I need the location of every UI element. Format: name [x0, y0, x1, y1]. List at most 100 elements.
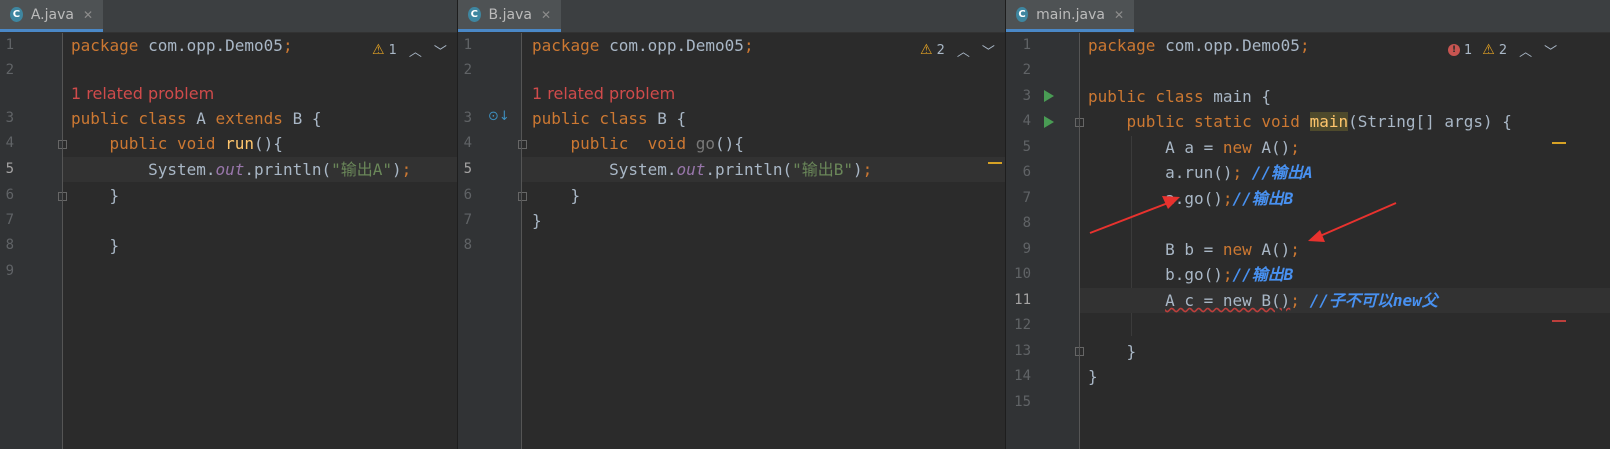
code-line-14: } [1088, 367, 1098, 386]
editor-pane-a-java: C A.java ✕ 1 2 3 4 5 6 7 8 9 package com… [0, 0, 457, 449]
tab-main-java[interactable]: C main.java ✕ [1006, 0, 1134, 32]
editor-pane-b-java: C B.java ✕ 1 2 3 4 5 6 7 8 ⊙↓ package co… [458, 0, 1005, 449]
line-number: 3 [463, 110, 472, 126]
gutter: 1 2 3 4 5 6 7 8 ⊙↓ [458, 33, 527, 449]
line-number: 6 [463, 187, 472, 203]
run-icon[interactable] [1044, 116, 1054, 128]
inspection-indicators[interactable]: ! 1 ⚠ 2 ︿ ﹀ [1448, 41, 1557, 60]
tab-b-java[interactable]: C B.java ✕ [458, 0, 561, 32]
code-line-6: a.run(); //输出A [1088, 163, 1313, 182]
code-line-3: public class A extends B { [71, 109, 322, 128]
line-number: 1 [5, 37, 14, 53]
line-number: 2 [463, 62, 472, 78]
c-class-icon: C [468, 7, 481, 22]
related-problem-hint[interactable]: 1 related problem [63, 81, 457, 106]
inspection-indicators[interactable]: ⚠ 1 ︿ ﹀ [372, 41, 447, 60]
line-number: 1 [1022, 37, 1031, 53]
chevron-up-icon[interactable]: ︿ [957, 41, 970, 60]
code-line-11: A c = new B(); //子不可以new父 [1080, 288, 1610, 313]
tab-title: B.java [488, 6, 532, 23]
line-number: 2 [1022, 62, 1031, 78]
line-number: 14 [1014, 368, 1031, 384]
c-class-icon: C [1016, 7, 1029, 22]
line-number: 8 [1022, 215, 1031, 231]
code-line-7: a.go();//输出B [1088, 189, 1294, 208]
tab-title: main.java [1036, 6, 1105, 23]
line-number: 6 [1022, 164, 1031, 180]
inspection-indicators[interactable]: ⚠ 2 ︿ ﹀ [920, 41, 995, 60]
error-icon: ! [1448, 44, 1460, 56]
code-editor[interactable]: package com.opp.Demo05; 1 related proble… [63, 33, 457, 449]
line-number: 5 [463, 161, 472, 177]
line-number: 4 [5, 135, 14, 151]
code-line-6: } [71, 186, 120, 205]
gutter: 1 2 3 4 5 6 7 8 9 [0, 33, 67, 449]
line-number: 5 [1022, 139, 1031, 155]
error-highlight[interactable]: A c = new B() [1165, 291, 1290, 310]
line-number: 3 [5, 110, 14, 126]
line-number: 4 [463, 135, 472, 151]
chevron-down-icon[interactable]: ﹀ [1544, 41, 1557, 60]
line-number: 4 [1022, 113, 1031, 129]
warning-count: 2 [1498, 42, 1508, 58]
code-editor[interactable]: package com.opp.Demo05; public class mai… [1080, 33, 1610, 449]
tab-bar: C B.java ✕ [458, 0, 1005, 33]
line-number: 8 [463, 237, 472, 253]
ide-window: C A.java ✕ 1 2 3 4 5 6 7 8 9 package com… [0, 0, 1610, 449]
warning-stripe-marker[interactable] [988, 162, 1002, 164]
line-number: 7 [463, 212, 472, 228]
line-number: 12 [1014, 317, 1031, 333]
tab-bar: C main.java ✕ [1006, 0, 1610, 33]
line-number: 8 [5, 237, 14, 253]
chevron-up-icon[interactable]: ︿ [1519, 41, 1532, 60]
code-line-6: } [532, 186, 581, 205]
code-line-13: } [1088, 342, 1137, 361]
error-count: 1 [1464, 42, 1473, 58]
code-line-3: public class B { [532, 109, 687, 128]
close-icon[interactable]: ✕ [83, 8, 93, 22]
code-line-9: B b = new A(); [1088, 240, 1300, 259]
tab-title: A.java [30, 6, 74, 23]
line-number: 3 [1022, 88, 1031, 104]
close-icon[interactable]: ✕ [541, 8, 551, 22]
line-number: 2 [5, 62, 14, 78]
warning-icon: ⚠ [1482, 42, 1495, 58]
line-number: 9 [1022, 241, 1031, 257]
code-editor[interactable]: package com.opp.Demo05; 1 related proble… [522, 33, 1005, 449]
code-line-4: public void run(){ [71, 134, 283, 153]
warning-stripe-marker[interactable] [1552, 142, 1566, 144]
line-number: 7 [5, 212, 14, 228]
warning-count: 1 [388, 42, 397, 58]
tab-a-java[interactable]: C A.java ✕ [0, 0, 103, 32]
line-number: 15 [1014, 394, 1031, 410]
close-icon[interactable]: ✕ [1114, 8, 1124, 22]
run-icon[interactable] [1044, 90, 1054, 102]
code-line-5: System.out.println("输出A"); [63, 157, 457, 182]
code-line-8: } [71, 236, 120, 255]
line-number: 9 [5, 263, 14, 279]
chevron-down-icon[interactable]: ﹀ [434, 41, 447, 60]
error-stripe-marker[interactable] [1552, 320, 1566, 322]
code-line-7: } [532, 211, 542, 230]
code-line-3: public class main { [1088, 87, 1272, 106]
line-number: 11 [1014, 292, 1031, 308]
overridden-method-icon[interactable]: ⊙↓ [488, 109, 510, 124]
editor-pane-main-java: C main.java ✕ 1 2 3 4 5 6 7 8 9 10 11 12… [1006, 0, 1610, 449]
code-line-5: A a = new A(); [1088, 138, 1300, 157]
gutter: 1 2 3 4 5 6 7 8 9 10 11 12 13 14 15 [1006, 33, 1111, 449]
c-class-icon: C [10, 7, 23, 22]
code-line-5: System.out.println("输出B"); [522, 157, 1005, 182]
line-number: 13 [1014, 343, 1031, 359]
chevron-up-icon[interactable]: ︿ [409, 41, 422, 60]
line-number: 5 [5, 161, 14, 177]
tab-bar: C A.java ✕ [0, 0, 457, 33]
related-problem-hint[interactable]: 1 related problem [522, 81, 1005, 106]
warning-icon: ⚠ [372, 42, 385, 58]
chevron-down-icon[interactable]: ﹀ [982, 41, 995, 60]
line-number: 6 [5, 187, 14, 203]
code-line-4: public static void main(String[] args) { [1088, 112, 1512, 131]
code-line-10: b.go();//输出B [1088, 265, 1294, 284]
code-line-4: public void go(){ [532, 134, 744, 153]
line-number: 7 [1022, 190, 1031, 206]
warning-count: 2 [936, 42, 945, 58]
